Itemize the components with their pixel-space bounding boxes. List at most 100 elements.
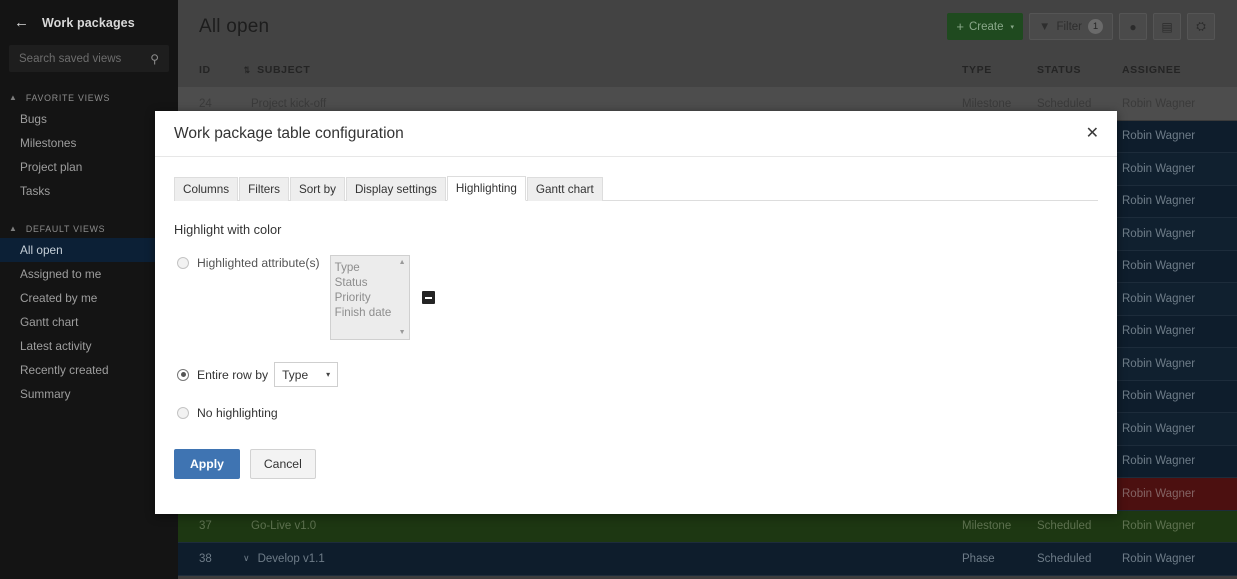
fullscreen-button[interactable]: ⛭	[1187, 13, 1215, 40]
cell-subject-label: Develop v1.1	[258, 553, 325, 565]
cell-assignee: Robin Wagner	[1122, 423, 1237, 435]
sort-icon: ⇅	[244, 65, 251, 76]
radio-entire-row-by[interactable]	[177, 369, 189, 381]
table-row[interactable]: 37Go-Live v1.0MilestoneScheduledRobin Wa…	[178, 511, 1237, 544]
cell-assignee: Robin Wagner	[1122, 325, 1237, 337]
cell-type: Phase	[962, 553, 1037, 565]
sidebar-item-label: Gantt chart	[20, 315, 78, 329]
search-icon[interactable]: ⚲	[150, 52, 159, 66]
cell-assignee: Robin Wagner	[1122, 228, 1237, 240]
column-header-subject[interactable]: ⇅ SUBJECT	[243, 64, 962, 76]
column-header-assignee[interactable]: ASSIGNEE	[1122, 64, 1237, 76]
search-saved-views-input[interactable]: Search saved views ⚲	[9, 45, 169, 72]
sidebar-header: ← Work packages	[0, 0, 178, 45]
arrow-left-icon[interactable]: ←	[14, 15, 28, 30]
work-package-table-configuration-modal: Work package table configuration ✕ Colum…	[155, 111, 1117, 514]
cell-subject-label: Project kick-off	[251, 98, 326, 110]
filter-button[interactable]: ▼ Filter 1	[1029, 13, 1113, 40]
toolbar-actions: + Create ▾ ▼ Filter 1 ● ▤ ⛭	[947, 13, 1215, 40]
listbox-scrollbar[interactable]: ▲ ▼	[396, 256, 409, 339]
cell-assignee: Robin Wagner	[1122, 195, 1237, 207]
cell-assignee: Robin Wagner	[1122, 455, 1237, 467]
chevron-down-icon: ▾	[326, 370, 330, 379]
option-no-highlighting: No highlighting	[174, 405, 1098, 421]
app-root: ← Work packages Search saved views ⚲ ▲ F…	[0, 0, 1237, 579]
column-header-status[interactable]: STATUS	[1037, 64, 1122, 76]
cell-status: Scheduled	[1037, 553, 1122, 565]
table-header: ID ⇅ SUBJECT TYPE STATUS ASSIGNEE	[178, 53, 1237, 88]
sidebar-group-label: FAVORITE VIEWS	[26, 93, 110, 103]
sidebar-search-wrap: Search saved views ⚲	[0, 45, 178, 72]
sidebar-item-milestones[interactable]: Milestones	[0, 131, 178, 155]
cell-assignee: Robin Wagner	[1122, 260, 1237, 272]
tab-sort-by[interactable]: Sort by	[290, 177, 345, 201]
column-header-id[interactable]: ID	[178, 64, 243, 76]
tab-gantt-chart[interactable]: Gantt chart	[527, 177, 603, 201]
chevron-down-icon: ▾	[1011, 23, 1015, 31]
cell-assignee: Robin Wagner	[1122, 98, 1237, 110]
cell-status: Scheduled	[1037, 520, 1122, 532]
cancel-button[interactable]: Cancel	[250, 449, 316, 479]
sidebar-item-assigned-to-me[interactable]: Assigned to me	[0, 262, 178, 286]
cell-assignee: Robin Wagner	[1122, 130, 1237, 142]
minus-icon[interactable]	[422, 291, 435, 304]
cell-subject: Project kick-off	[243, 98, 962, 110]
sidebar-item-label: Created by me	[20, 291, 97, 305]
tab-display-settings[interactable]: Display settings	[346, 177, 446, 201]
apply-button[interactable]: Apply	[174, 449, 240, 479]
scroll-up-icon[interactable]: ▲	[399, 259, 406, 266]
modal-header: Work package table configuration ✕	[155, 111, 1117, 157]
minus-bar	[425, 297, 432, 299]
sidebar-item-created-by-me[interactable]: Created by me	[0, 286, 178, 310]
sidebar-item-all-open[interactable]: All open	[0, 238, 178, 262]
sidebar-item-label: Tasks	[20, 184, 50, 198]
settings-button[interactable]: ▤	[1153, 13, 1181, 40]
cell-assignee: Robin Wagner	[1122, 163, 1237, 175]
search-input-placeholder: Search saved views	[19, 53, 150, 65]
modal-title: Work package table configuration	[174, 125, 404, 143]
highlighted-attributes-listbox[interactable]: Type Status Priority Finish date ▲ ▼	[330, 255, 410, 340]
cell-assignee: Robin Wagner	[1122, 390, 1237, 402]
sidebar-item-summary[interactable]: Summary	[0, 382, 178, 406]
modal-body: Columns Filters Sort by Display settings…	[155, 157, 1117, 479]
sidebar-item-label: Assigned to me	[20, 267, 101, 281]
funnel-icon: ▼	[1039, 21, 1050, 33]
fullscreen-icon: ⛭	[1196, 19, 1206, 34]
settings-icon: ▤	[1161, 20, 1172, 34]
option-no-highlighting-label: No highlighting	[197, 405, 278, 421]
radio-highlighted-attributes[interactable]	[177, 257, 189, 269]
table-row[interactable]: 38∨ Develop v1.1 PhaseScheduledRobin Wagne…	[178, 543, 1237, 576]
option-entire-row-by-label: Entire row by	[197, 367, 268, 383]
sidebar-item-label: Project plan	[20, 160, 82, 174]
info-button[interactable]: ●	[1119, 13, 1147, 40]
modal-actions: Apply Cancel	[174, 449, 1098, 479]
sidebar-item-latest-activity[interactable]: Latest activity	[0, 334, 178, 358]
chevron-down-icon[interactable]: ∨	[243, 553, 250, 564]
tab-highlighting[interactable]: Highlighting	[447, 176, 526, 201]
sidebar-item-project-plan[interactable]: Project plan	[0, 155, 178, 179]
cell-assignee: Robin Wagner	[1122, 358, 1237, 370]
tab-columns[interactable]: Columns	[174, 177, 238, 201]
entire-row-by-select[interactable]: Type ▾	[274, 362, 338, 387]
sidebar-group-default-views[interactable]: ▲ DEFAULT VIEWS	[0, 220, 178, 238]
radio-no-highlighting[interactable]	[177, 407, 189, 419]
column-header-type[interactable]: TYPE	[962, 64, 1037, 76]
tab-filters[interactable]: Filters	[239, 177, 289, 201]
cell-subject: ∨ Develop v1.1	[243, 553, 962, 565]
sidebar-item-label: Summary	[20, 387, 70, 401]
close-icon[interactable]: ✕	[1086, 126, 1099, 142]
option-entire-row-by: Entire row by Type ▾	[174, 362, 1098, 387]
cell-type: Milestone	[962, 98, 1037, 110]
sidebar-item-tasks[interactable]: Tasks	[0, 179, 178, 203]
create-button[interactable]: + Create ▾	[947, 13, 1023, 40]
scroll-down-icon[interactable]: ▼	[399, 329, 406, 336]
sidebar-item-bugs[interactable]: Bugs	[0, 107, 178, 131]
sidebar-group-favorite-views[interactable]: ▲ FAVORITE VIEWS	[0, 89, 178, 107]
cell-assignee: Robin Wagner	[1122, 553, 1237, 565]
cell-assignee: Robin Wagner	[1122, 488, 1237, 500]
cell-id: 38	[178, 553, 243, 565]
sidebar-item-gantt-chart[interactable]: Gantt chart	[0, 310, 178, 334]
option-highlighted-attributes-label: Highlighted attribute(s)	[197, 255, 320, 271]
sidebar-item-label: All open	[20, 243, 63, 257]
sidebar-item-recently-created[interactable]: Recently created	[0, 358, 178, 382]
